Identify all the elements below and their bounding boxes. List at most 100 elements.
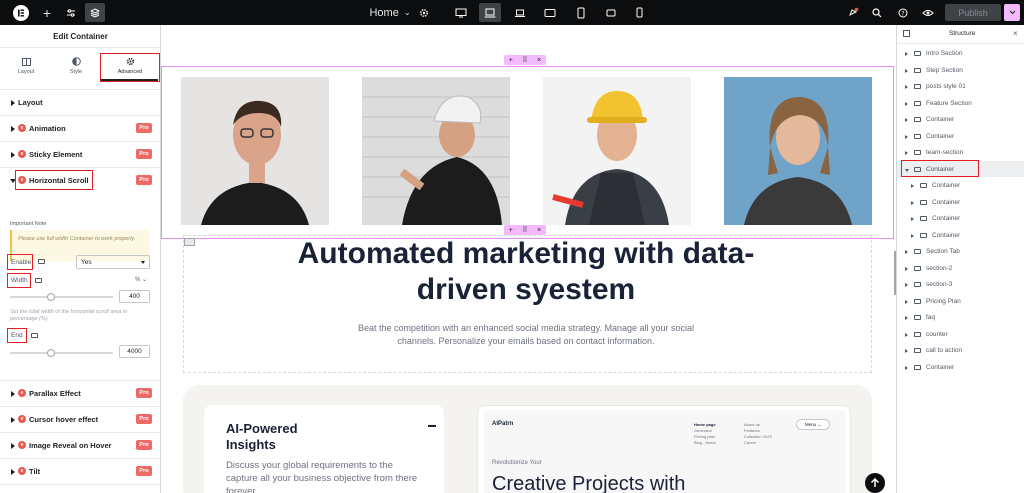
- caret-right-icon[interactable]: [911, 217, 914, 221]
- section-tilt[interactable]: e Tilt Pro: [0, 458, 160, 484]
- structure-item[interactable]: Pricing Plan: [897, 295, 1024, 311]
- caret-right-icon[interactable]: [905, 365, 908, 370]
- scroll-to-top-button[interactable]: [865, 473, 885, 493]
- section-next[interactable]: e: [0, 484, 160, 493]
- structure-item-label: Container: [926, 363, 955, 371]
- slider-handle[interactable]: [47, 293, 55, 301]
- caret-right-icon[interactable]: [905, 151, 908, 155]
- preview-canvas: + ⠿ × + ⠿ × Automated marketing with data-dr…: [161, 25, 894, 493]
- tab-style[interactable]: Style: [50, 56, 102, 82]
- tab-advanced[interactable]: Advanced: [100, 53, 160, 82]
- structure-item[interactable]: Container: [897, 229, 1024, 245]
- preview-eye-icon[interactable]: [921, 0, 935, 25]
- section-layout[interactable]: Layout: [0, 89, 160, 115]
- structure-item[interactable]: Container: [897, 212, 1024, 228]
- caret-right-icon[interactable]: [905, 52, 908, 56]
- enable-select[interactable]: Yes: [76, 255, 150, 269]
- add-icon[interactable]: +: [509, 227, 513, 234]
- structure-item[interactable]: posts style 01: [897, 80, 1024, 96]
- laptop-small-device-icon[interactable]: [512, 0, 528, 25]
- caret-right-icon[interactable]: [905, 316, 908, 320]
- add-element-icon[interactable]: +: [38, 0, 56, 25]
- structure-layers-icon[interactable]: [85, 3, 105, 22]
- page-settings-gear-icon[interactable]: [416, 0, 432, 25]
- drag-grid-icon[interactable]: ⠿: [522, 226, 527, 234]
- width-number-input[interactable]: 400: [119, 290, 150, 303]
- structure-item[interactable]: section-2: [897, 262, 1024, 278]
- structure-item[interactable]: Step Section: [897, 64, 1024, 80]
- section-cursor-hover[interactable]: e Cursor hover effect Pro: [0, 406, 160, 432]
- container-icon: [914, 265, 921, 271]
- mockup-eyebrow: Revolutionize Your: [492, 460, 542, 466]
- caret-right-icon[interactable]: [905, 332, 908, 337]
- caret-right-icon[interactable]: [905, 266, 908, 271]
- notifications-icon[interactable]: [845, 0, 861, 25]
- help-icon[interactable]: ?: [896, 0, 910, 25]
- caret-right-icon[interactable]: [905, 85, 908, 89]
- section-sticky[interactable]: e Sticky Element Pro: [0, 141, 160, 167]
- caret-right-icon[interactable]: [905, 118, 908, 122]
- close-icon[interactable]: ×: [537, 227, 541, 234]
- add-icon[interactable]: +: [509, 57, 513, 64]
- section-parallax[interactable]: e Parallax Effect Pro: [0, 380, 160, 406]
- structure-item[interactable]: Container: [897, 130, 1024, 146]
- section-image-reveal[interactable]: e Image Reveal on Hover Pro: [0, 432, 160, 458]
- tablet-landscape-icon[interactable]: [542, 0, 558, 25]
- structure-item[interactable]: section-3: [897, 278, 1024, 294]
- caret-right-icon[interactable]: [905, 250, 908, 254]
- caret-right-icon[interactable]: [911, 233, 914, 238]
- collapse-minus-icon[interactable]: [428, 425, 436, 427]
- caret-right-icon[interactable]: [905, 299, 908, 304]
- structure-item[interactable]: call to action: [897, 344, 1024, 360]
- search-icon[interactable]: [870, 0, 884, 25]
- responsive-desktop-icon[interactable]: [31, 333, 38, 338]
- caret-right-icon[interactable]: [905, 101, 908, 106]
- structure-item[interactable]: Container: [897, 361, 1024, 377]
- caret-right-icon[interactable]: [911, 200, 914, 205]
- slider-handle[interactable]: [47, 349, 55, 357]
- structure-item[interactable]: Section Tab: [897, 245, 1024, 261]
- unit-selector[interactable]: % ⌄: [135, 276, 147, 283]
- laptop-device-icon[interactable]: [479, 3, 501, 22]
- tablet-portrait-icon[interactable]: [574, 0, 588, 25]
- container-handle[interactable]: + ⠿ ×: [504, 55, 546, 65]
- mobile-portrait-icon[interactable]: [632, 0, 646, 25]
- responsive-desktop-icon[interactable]: [35, 278, 42, 283]
- width-slider[interactable]: [10, 293, 113, 301]
- structure-item[interactable]: Container: [897, 196, 1024, 212]
- elementor-logo-icon[interactable]: [10, 0, 32, 25]
- tab-style-label: Style: [69, 69, 83, 75]
- container-handle[interactable]: + ⠿ ×: [504, 225, 546, 235]
- close-icon[interactable]: ×: [537, 57, 541, 64]
- end-number-input[interactable]: 4000: [119, 345, 150, 358]
- drag-grid-icon[interactable]: ⠿: [522, 56, 527, 64]
- desktop-device-icon[interactable]: [453, 0, 469, 25]
- caret-right-icon[interactable]: [911, 184, 914, 188]
- page-selector[interactable]: Home ⌄: [369, 0, 410, 25]
- addon-e-icon: e: [18, 150, 26, 158]
- publish-button[interactable]: Publish: [945, 4, 1001, 21]
- close-icon[interactable]: ×: [1013, 29, 1018, 38]
- caret-right-icon[interactable]: [905, 68, 908, 73]
- structure-item[interactable]: counter: [897, 328, 1024, 344]
- settings-sliders-icon[interactable]: [62, 0, 80, 25]
- section-animation[interactable]: e Animation Pro: [0, 115, 160, 141]
- responsive-desktop-icon[interactable]: [38, 259, 45, 264]
- structure-item[interactable]: faq: [897, 311, 1024, 327]
- container-tag-icon[interactable]: [184, 238, 195, 246]
- tab-layout[interactable]: Layout: [0, 56, 52, 82]
- structure-item[interactable]: Container: [897, 113, 1024, 129]
- structure-item[interactable]: Container: [897, 179, 1024, 195]
- structure-item-label: faq: [926, 314, 936, 321]
- caret-right-icon[interactable]: [905, 134, 908, 139]
- caret-right-icon[interactable]: [905, 349, 908, 353]
- publish-options-chevron-icon[interactable]: [1004, 4, 1020, 21]
- structure-item-label: Container: [932, 231, 961, 239]
- feature-card[interactable]: AI-Powered Insights Discuss your global …: [204, 405, 444, 493]
- mobile-landscape-icon[interactable]: [604, 0, 618, 25]
- structure-item[interactable]: Intro Section: [897, 47, 1024, 63]
- caret-right-icon[interactable]: [905, 283, 908, 287]
- end-slider[interactable]: [10, 349, 113, 357]
- structure-item[interactable]: Feature Section: [897, 97, 1024, 113]
- container-icon: [920, 199, 927, 205]
